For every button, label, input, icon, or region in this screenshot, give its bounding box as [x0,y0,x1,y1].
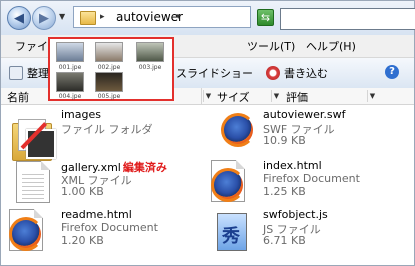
column-rating[interactable]: 評価 [286,89,308,105]
file-item-gallery-xml[interactable]: gallery.xml 編集済み XML ファイル 1.00 KB [5,158,195,208]
thumbnail-image [56,72,84,92]
back-button[interactable]: ◀ [7,6,31,30]
thumbnail-caption: 001.jpe [58,64,82,71]
document-icon [16,161,50,203]
breadcrumb-dropdown-icon[interactable]: ▾ [176,12,181,22]
file-name: autoviewer.swf [263,108,346,121]
forward-button[interactable]: ▶ [32,6,56,30]
folder-preview-popup: 001.jpe 002.jpe 003.jpe 004.jpe 005.jpe [48,37,174,101]
back-arrow-icon: ◀ [14,10,24,26]
column-divider[interactable] [201,88,202,104]
breadcrumb-chevron-icon[interactable]: ▸ [100,12,105,22]
slideshow-button[interactable]: スライドショー [176,65,253,81]
forward-arrow-icon: ▶ [39,10,49,26]
thumbnail-caption: 004.jpe [58,93,82,100]
burn-button[interactable]: 書き込む [266,65,328,81]
file-type: Firefox Document [263,172,360,185]
column-name[interactable]: 名前 [7,89,29,105]
menu-tools[interactable]: ツール(T) [247,38,295,54]
file-item-readme-html[interactable]: readme.html Firefox Document 1.20 KB [5,207,195,257]
thumbnail-caption: 002.jpe [97,64,121,71]
burn-disc-icon [266,66,280,80]
help-icon[interactable]: ? [385,65,399,79]
column-rating-menu-icon[interactable]: ▼ [367,90,377,102]
file-size: 1.25 KB [263,185,306,198]
organize-button[interactable]: 整理 [9,65,49,81]
refresh-icon: ⇆ [260,11,271,24]
organize-icon [9,66,23,80]
firefox-icon [221,113,255,147]
file-name: images [61,108,101,121]
js-file-icon: 秀 [217,213,247,251]
refresh-button[interactable]: ⇆ [257,9,274,26]
file-size: 1.00 KB [61,185,104,198]
column-size-filter-icon[interactable]: ▼ [203,90,213,102]
search-field[interactable] [280,8,415,30]
history-dropdown-button[interactable]: ▼ [59,12,69,24]
file-type: ファイル フォルダ [61,123,153,136]
file-name: index.html [263,159,322,172]
folder-icon [80,11,96,25]
file-item-index-html[interactable]: index.html Firefox Document 1.25 KB [207,158,397,208]
breadcrumb-autoviewer[interactable]: autoviewer [116,10,183,24]
file-item-autoviewer-swf[interactable]: autoviewer.swf SWF ファイル 10.9 KB [215,107,405,157]
file-name: readme.html [61,208,132,221]
file-type: Firefox Document [61,221,158,234]
burn-label: 書き込む [284,67,328,80]
slideshow-label: スライドショー [176,67,253,80]
firefox-icon [211,168,245,202]
file-item-swfobject-js[interactable]: 秀 swfobject.js JS ファイル 6.71 KB [207,207,397,257]
address-bar[interactable]: ▸ autoviewer ▾ ▼ [73,6,314,28]
thumbnail-image [56,42,84,62]
file-size: 6.71 KB [263,234,306,247]
thumbnail-image [136,42,164,62]
folder-icon [12,117,56,163]
thumbnail-image [95,72,123,92]
file-list: images ファイル フォルダ autoviewer.swf SWF ファイル… [1,105,414,265]
thumbnail-image [95,42,123,62]
menu-help[interactable]: ヘルプ(H) [306,38,356,54]
column-size-menu-icon[interactable]: ▼ [271,90,281,102]
thumbnail-caption: 005.jpe [97,93,121,100]
organize-label: 整理 [27,67,49,80]
file-size: 10.9 KB [263,134,306,147]
column-size[interactable]: サイズ [217,89,250,105]
file-name: swfobject.js [263,208,328,221]
address-toolbar: ◀ ▶ ▼ ▸ autoviewer ▾ ▼ ⇆ [1,1,415,35]
file-size: 1.20 KB [61,234,104,247]
thumbnail-caption: 003.jpe [138,64,162,71]
search-input[interactable] [285,10,405,28]
firefox-icon [9,217,43,251]
